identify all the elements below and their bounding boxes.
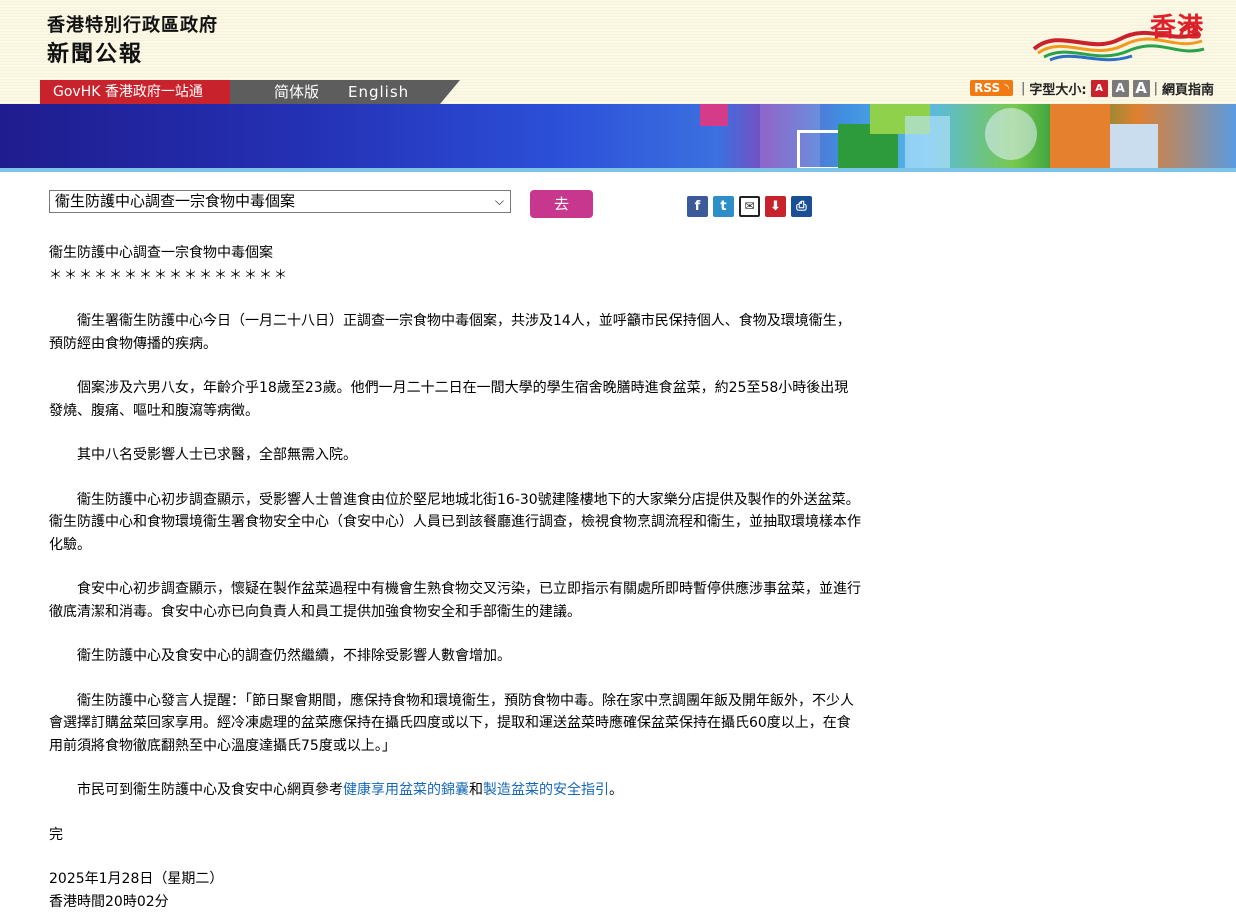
- go-button[interactable]: 去: [530, 190, 593, 218]
- font-small-button[interactable]: A: [1091, 80, 1108, 97]
- article-paragraph: 食安中心初步調查顯示，懷疑在製作盆菜過程中有機會生熟食物交叉污染，已立即指示有關…: [49, 578, 861, 623]
- release-time: 香港時間20時02分: [49, 891, 861, 913]
- paragraph-text: 和: [469, 782, 483, 798]
- article-title: 衞生防護中心調查一宗食物中毒個案: [49, 242, 861, 265]
- font-medium-button[interactable]: A: [1112, 80, 1129, 97]
- paragraph-text: 。: [609, 782, 623, 798]
- banner-block: [1110, 124, 1158, 168]
- utility-tools: RSS ◝ | 字型大小: A A A | 網頁指南: [970, 78, 1214, 98]
- healthy-poon-choi-link[interactable]: 健康享用盆菜的錦囊: [343, 782, 469, 798]
- site-guide-link[interactable]: 網頁指南: [1162, 79, 1214, 98]
- end-mark: 完: [49, 824, 861, 847]
- chevron-down-icon: ⌵: [495, 191, 504, 212]
- select-value: 衞生防護中心調查一宗食物中毒個案: [55, 192, 295, 210]
- release-date: 2025年1月28日（星期二）: [49, 868, 861, 891]
- font-large-button[interactable]: A: [1133, 80, 1150, 97]
- press-release-select[interactable]: 衞生防護中心調查一宗食物中毒個案 ⌵: [49, 190, 511, 213]
- article-paragraph: 衞生防護中心及食安中心的調查仍然繼續，不排除受影響人數會增加。: [49, 645, 861, 668]
- article-paragraph: 其中八名受影響人士已求醫，全部無需入院。: [49, 444, 861, 467]
- rss-button[interactable]: RSS ◝: [970, 80, 1013, 96]
- rss-label: RSS: [974, 81, 1000, 95]
- brand-hong-kong-logo[interactable]: 香港: [1030, 5, 1210, 67]
- banner-block: [700, 104, 728, 126]
- save-icon[interactable]: ⬇: [765, 196, 786, 217]
- paragraph-text: 市民可到衞生防護中心及食安中心網頁參考: [49, 782, 343, 798]
- email-icon[interactable]: ✉: [739, 196, 760, 217]
- decorative-banner: [0, 104, 1236, 168]
- article-paragraph: 衞生防護中心初步調查顯示，受影響人士曾進食由位於堅尼地城北街16-30號建隆樓地…: [49, 489, 861, 557]
- separator: |: [1154, 81, 1158, 96]
- article-paragraph: 衞生防護中心發言人提醒：「節日聚會期間，應保持食物和環境衞生，預防食物中毒。除在…: [49, 690, 861, 758]
- title-stars: ＊＊＊＊＊＊＊＊＊＊＊＊＊＊＊＊: [49, 265, 861, 288]
- site-title: 香港特別行政區政府: [47, 11, 218, 37]
- poon-choi-safety-guide-link[interactable]: 製造盆菜的安全指引: [483, 782, 609, 798]
- brand-text: 香港: [1150, 7, 1204, 44]
- article: 衞生防護中心調查一宗食物中毒個案 ＊＊＊＊＊＊＊＊＊＊＊＊＊＊＊＊ 衞生署衞生防…: [49, 242, 861, 913]
- english-link[interactable]: English: [348, 80, 409, 104]
- banner-block: [905, 116, 950, 168]
- site-subtitle[interactable]: 新聞公報: [47, 36, 143, 68]
- language-bar: 简体版 English: [230, 80, 440, 104]
- facebook-icon[interactable]: f: [687, 196, 708, 217]
- banner-underline: [0, 168, 1236, 172]
- article-paragraph: 衞生署衞生防護中心今日（一月二十八日）正調查一宗食物中毒個案，共涉及14人，並呼…: [49, 310, 861, 355]
- article-paragraph-links: 市民可到衞生防護中心及食安中心網頁參考健康享用盆菜的錦囊和製造盆菜的安全指引。: [49, 779, 861, 802]
- article-paragraph: 個案涉及六男八女，年齡介乎18歲至23歲。他們一月二十二日在一間大學的學生宿舍晚…: [49, 377, 861, 422]
- banner-block: [797, 130, 841, 168]
- twitter-icon[interactable]: t: [713, 196, 734, 217]
- banner-circle: [985, 108, 1037, 160]
- rss-icon: ◝: [1004, 81, 1009, 95]
- banner-block: [1050, 104, 1110, 168]
- separator: |: [1021, 81, 1025, 96]
- share-icons: f t ✉ ⬇ ⎙: [687, 196, 812, 217]
- simplified-chinese-link[interactable]: 简体版: [274, 80, 319, 104]
- print-icon[interactable]: ⎙: [791, 196, 812, 217]
- header: 香港特別行政區政府 新聞公報 香港 GovHK 香港政府一站通 简体版 Engl…: [0, 0, 1236, 104]
- govhk-link[interactable]: GovHK 香港政府一站通: [40, 80, 230, 104]
- font-size-label: 字型大小:: [1029, 79, 1086, 98]
